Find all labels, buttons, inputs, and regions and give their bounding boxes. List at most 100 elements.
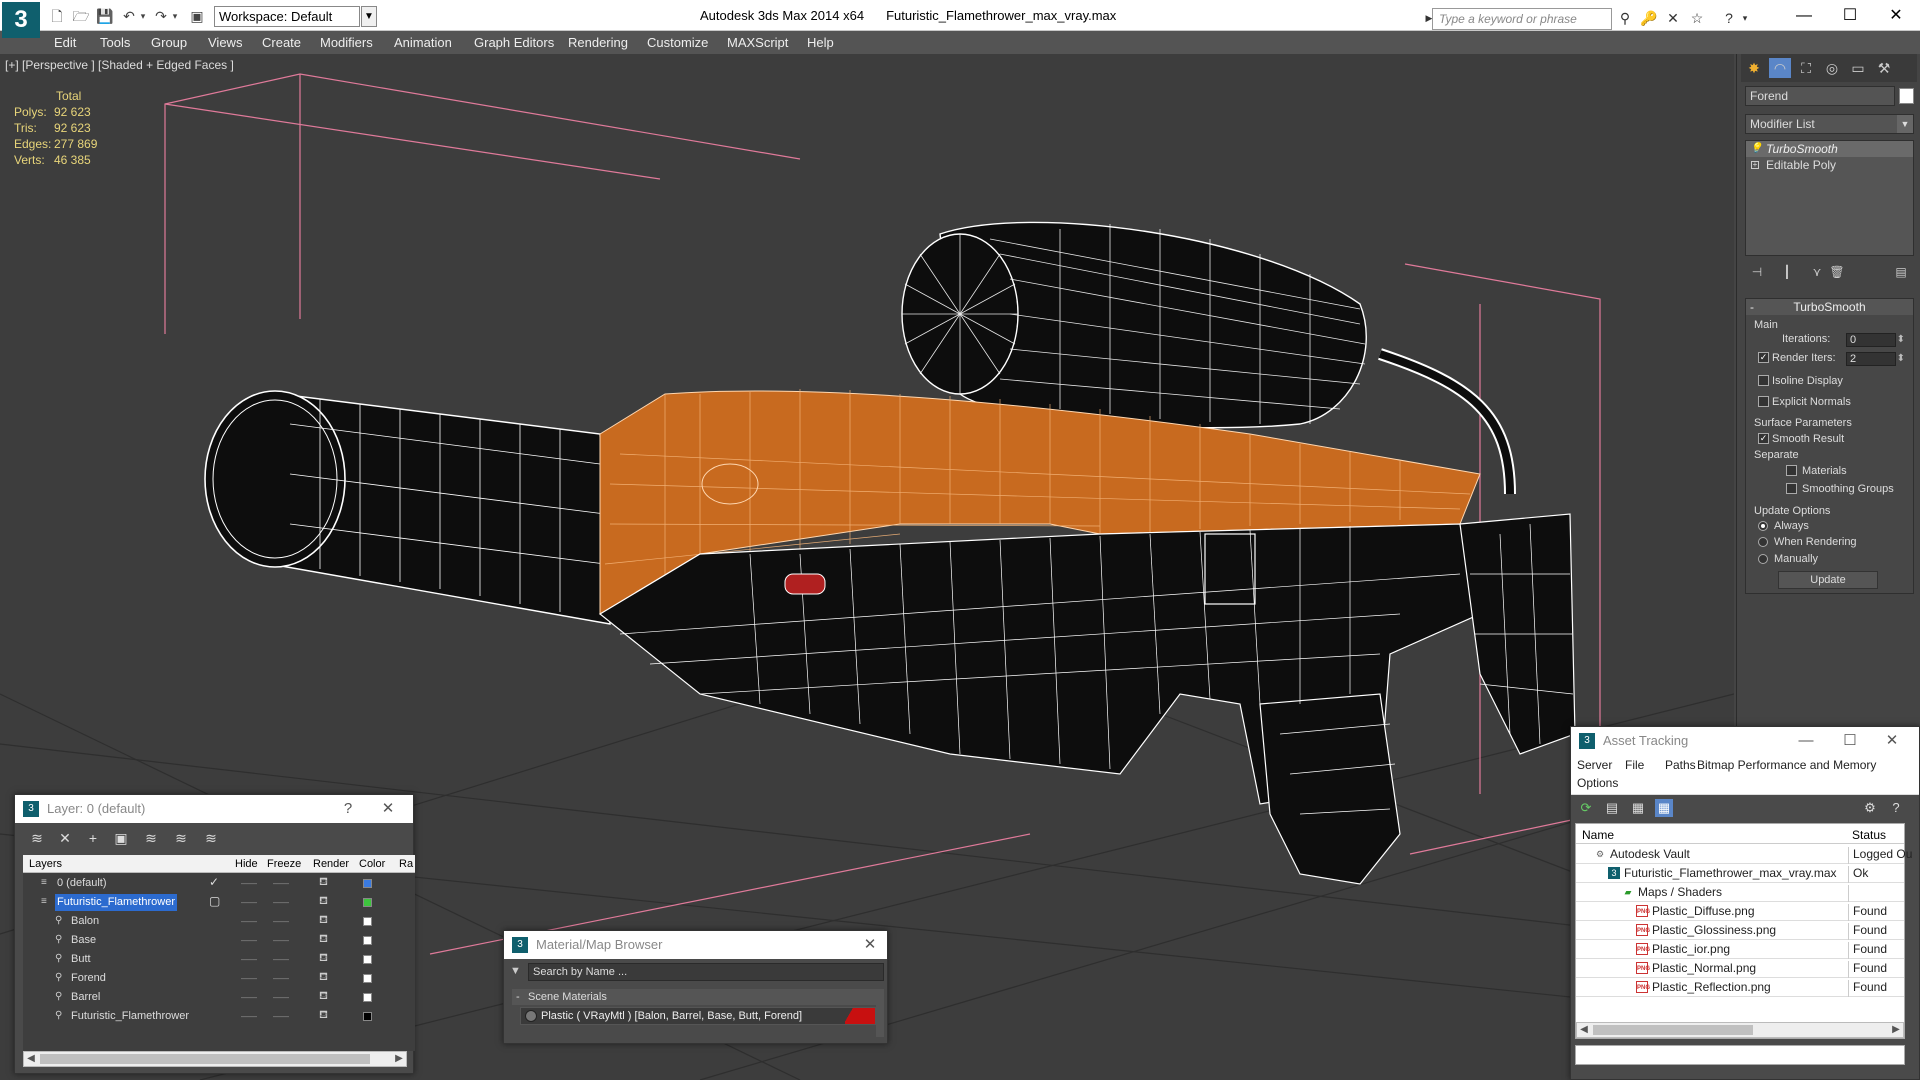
menu-paths[interactable]: Paths xyxy=(1665,758,1696,772)
col-render[interactable]: Render xyxy=(313,858,349,870)
layer-row[interactable]: ⚲ Base —— —— ⛾ xyxy=(23,932,415,951)
material-search-input[interactable]: Search by Name ... xyxy=(528,963,884,981)
menu-views[interactable]: Views xyxy=(208,35,242,50)
menu-group[interactable]: Group xyxy=(151,35,187,50)
asset-row[interactable]: PNG Plastic_ior.png Found xyxy=(1576,940,1904,959)
menu-graph-editors[interactable]: Graph Editors xyxy=(474,35,554,50)
material-browser-titlebar[interactable]: 3 Material/Map Browser ✕ xyxy=(504,931,887,959)
hide-all-icon[interactable]: ≋ xyxy=(171,828,191,848)
asset-tracking-titlebar[interactable]: 3 Asset Tracking — ☐ ✕ xyxy=(1571,727,1919,755)
freeze-toggle[interactable]: —— xyxy=(273,879,289,888)
menu-create[interactable]: Create xyxy=(262,35,301,50)
layer-color-swatch[interactable] xyxy=(363,917,372,926)
chevron-down-icon[interactable]: ▼ xyxy=(361,6,377,27)
pin-stack-icon[interactable]: ⊣ xyxy=(1749,264,1765,280)
always-radio[interactable] xyxy=(1758,521,1768,531)
layer-hscrollbar[interactable]: ◀ ▶ xyxy=(23,1051,407,1067)
scroll-thumb[interactable] xyxy=(1593,1025,1753,1035)
lightbulb-icon[interactable]: 💡 xyxy=(1750,141,1762,157)
favorites-star-icon[interactable]: ☆ xyxy=(1688,9,1706,27)
col-status[interactable]: Status xyxy=(1852,828,1886,842)
smooth-result-checkbox[interactable]: ✓ xyxy=(1758,433,1769,444)
new-file-icon[interactable]: 🗋 xyxy=(48,7,66,25)
scroll-thumb[interactable] xyxy=(40,1054,370,1064)
hierarchy-tab-icon[interactable]: ⛶ xyxy=(1795,58,1817,78)
material-item[interactable]: Plastic ( VRayMtl ) [Balon, Barrel, Base… xyxy=(520,1007,876,1025)
freeze-toggle[interactable]: —— xyxy=(273,917,289,926)
filter-dropdown-icon[interactable]: ▼ xyxy=(510,965,521,977)
table-view-icon[interactable]: ▦ xyxy=(1655,799,1673,817)
smoothing-groups-checkbox[interactable] xyxy=(1786,483,1797,494)
hide-toggle[interactable]: —— xyxy=(241,917,257,926)
modifier-list-dropdown[interactable]: Modifier List ▼ xyxy=(1745,114,1914,134)
asset-row[interactable]: ⚙ Autodesk Vault Logged Ou xyxy=(1576,845,1912,864)
active-layer-check-icon[interactable]: ✓ xyxy=(209,875,219,889)
menu-animation[interactable]: Animation xyxy=(394,35,452,50)
modify-tab-icon[interactable]: ◠ xyxy=(1769,58,1791,78)
freeze-all-icon[interactable]: ≋ xyxy=(201,828,221,848)
layer-name[interactable]: Base xyxy=(69,932,98,949)
delete-layer-icon[interactable]: ✕ xyxy=(55,828,75,848)
layer-color-swatch[interactable] xyxy=(363,936,372,945)
create-layer-icon[interactable]: ≋ xyxy=(27,828,47,848)
freeze-toggle[interactable]: —— xyxy=(273,898,289,907)
layer-row[interactable]: ⚲ Futuristic_Flamethrower —— —— ⛾ xyxy=(23,1008,415,1027)
minimize-icon[interactable]: — xyxy=(1793,727,1819,755)
layer-color-swatch[interactable] xyxy=(363,879,372,888)
freeze-toggle[interactable]: —— xyxy=(273,974,289,983)
set-active-layer-icon[interactable]: ▢ xyxy=(209,894,220,908)
col-radiosity[interactable]: Ra xyxy=(399,858,413,870)
help-dropdown-icon[interactable]: ▾ xyxy=(1736,9,1754,27)
layer-window-titlebar[interactable]: 3 Layer: 0 (default) ? ✕ xyxy=(15,795,413,823)
layer-color-swatch[interactable] xyxy=(363,1012,372,1021)
col-name[interactable]: Name xyxy=(1582,828,1614,842)
render-teapot-icon[interactable]: ⛾ xyxy=(319,876,328,890)
app-logo[interactable]: 3 xyxy=(2,2,40,38)
asset-row[interactable]: PNG Plastic_Glossiness.png Found xyxy=(1576,921,1904,940)
motion-tab-icon[interactable]: ◎ xyxy=(1821,58,1843,78)
create-tab-icon[interactable]: ✸ xyxy=(1743,58,1765,78)
menu-options[interactable]: Options xyxy=(1577,776,1618,790)
expand-icon[interactable]: + xyxy=(1751,161,1759,169)
scroll-left-icon[interactable]: ◀ xyxy=(1577,1023,1591,1037)
viewport-label[interactable]: [+] [Perspective ] [Shaded + Edged Faces… xyxy=(5,58,234,72)
asset-path-field[interactable] xyxy=(1575,1045,1905,1065)
asset-row[interactable]: PNG Plastic_Diffuse.png Found xyxy=(1576,902,1904,921)
minimize-icon[interactable]: — xyxy=(1784,4,1824,28)
close-icon[interactable]: ✕ xyxy=(857,931,883,959)
show-end-result-icon[interactable]: ┃ xyxy=(1779,264,1795,280)
remove-modifier-icon[interactable]: 🗑 xyxy=(1829,264,1845,280)
menu-edit[interactable]: Edit xyxy=(54,35,76,50)
material-vscrollbar[interactable] xyxy=(876,989,884,1037)
communication-center-icon[interactable]: ✕ xyxy=(1664,9,1682,27)
stack-item-editable-poly[interactable]: + Editable Poly xyxy=(1746,157,1913,173)
menu-maxscript[interactable]: MAXScript xyxy=(727,35,788,50)
close-icon[interactable]: ✕ xyxy=(1879,727,1905,755)
layer-row[interactable]: ⚲ Forend —— —— ⛾ xyxy=(23,970,415,989)
render-teapot-icon[interactable]: ⛾ xyxy=(319,971,328,985)
list-view-icon[interactable]: ▤ xyxy=(1603,799,1621,817)
layer-row[interactable]: ⚲ Barrel —— —— ⛾ xyxy=(23,989,415,1008)
scroll-left-icon[interactable]: ◀ xyxy=(24,1052,38,1066)
render-teapot-icon[interactable]: ⛾ xyxy=(319,914,328,928)
materials-checkbox[interactable] xyxy=(1786,465,1797,476)
close-icon[interactable]: ✕ xyxy=(1876,4,1916,28)
col-color[interactable]: Color xyxy=(359,858,385,870)
asset-hscrollbar[interactable]: ◀ ▶ xyxy=(1576,1022,1904,1038)
freeze-toggle[interactable]: —— xyxy=(273,993,289,1002)
menu-customize[interactable]: Customize xyxy=(647,35,708,50)
hide-toggle[interactable]: —— xyxy=(241,955,257,964)
scroll-right-icon[interactable]: ▶ xyxy=(1889,1023,1903,1037)
render-teapot-icon[interactable]: ⛾ xyxy=(319,990,328,1004)
turbosmooth-rollout-header[interactable]: - TurboSmooth xyxy=(1746,299,1913,315)
isoline-checkbox[interactable] xyxy=(1758,375,1769,386)
chevron-down-icon[interactable]: ▼ xyxy=(1897,115,1913,133)
highlight-layer-icon[interactable]: ≋ xyxy=(141,828,161,848)
layer-color-swatch[interactable] xyxy=(363,974,372,983)
add-to-layer-icon[interactable]: + xyxy=(83,828,103,848)
layer-row[interactable]: ⚲ Balon —— —— ⛾ xyxy=(23,913,415,932)
asset-row[interactable]: PNG Plastic_Reflection.png Found xyxy=(1576,978,1904,997)
search-input[interactable]: Type a keyword or phrase xyxy=(1432,8,1612,30)
binoculars-icon[interactable]: ⚲ xyxy=(1616,9,1634,27)
asset-row[interactable]: PNG Plastic_Normal.png Found xyxy=(1576,959,1904,978)
